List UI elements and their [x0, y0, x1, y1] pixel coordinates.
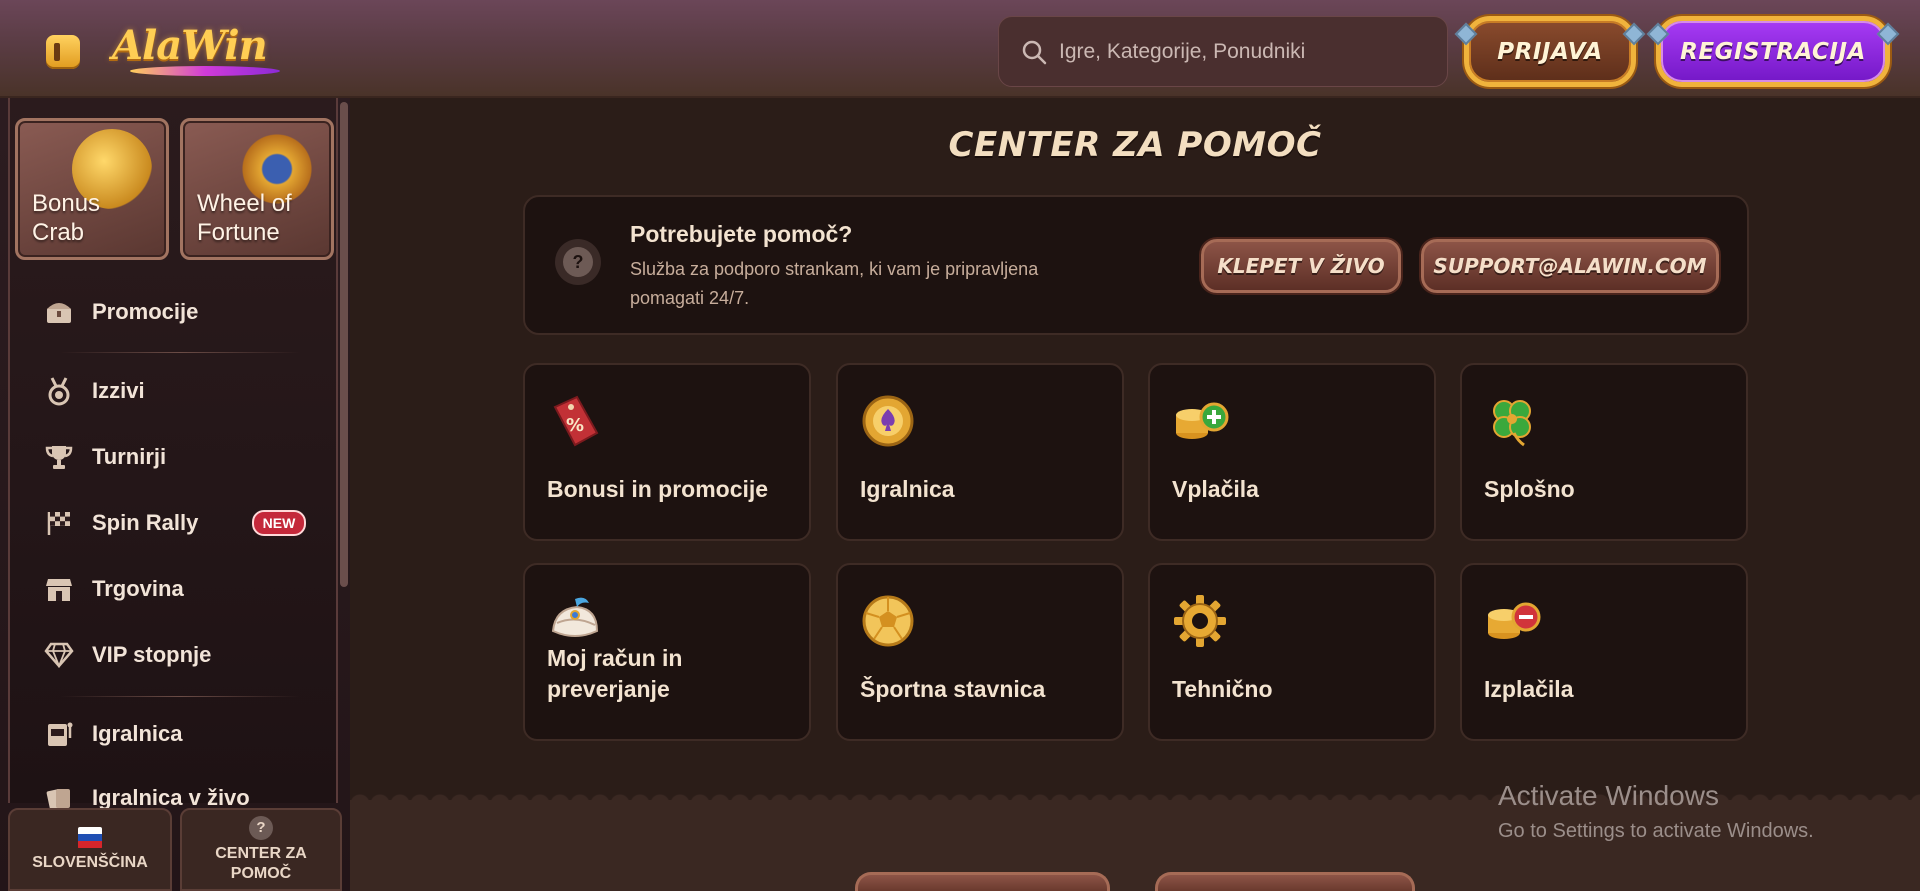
promo-card-label: Bonus Crab [32, 189, 100, 247]
sidebar-item-label: VIP stopnje [92, 642, 212, 667]
register-label: REGISTRACIJA [1680, 38, 1866, 65]
logo[interactable]: AlaWin [110, 14, 290, 84]
sidebar-item-vip-stopnje[interactable]: VIP stopnje [44, 635, 211, 675]
sidebar-item-spin-rally[interactable]: Spin Rally [44, 503, 198, 543]
promo-card-label: Wheel of Fortune [197, 189, 292, 247]
question-icon: ? [249, 815, 273, 840]
clover-icon [1484, 393, 1540, 449]
help-title: Potrebujete pomoč? [630, 221, 853, 247]
language-button[interactable]: SLOVENŠČINA [8, 808, 172, 891]
gear-icon [1172, 593, 1228, 649]
logo-text: AlaWin [112, 22, 268, 69]
support-email-button[interactable]: SUPPORT@ALAWIN.COM [1421, 239, 1719, 293]
promo-card-bonus-crab[interactable]: Bonus Crab [15, 118, 169, 260]
coins-minus-icon [1484, 593, 1541, 649]
category-card-tehnicno[interactable]: Tehnično [1148, 563, 1436, 741]
activate-windows-subtitle: Go to Settings to activate Windows. [1498, 820, 1814, 842]
sidebar-item-label: Promocije [92, 299, 199, 324]
category-label: Športna stavnica [860, 676, 1046, 702]
promo-label-line: Fortune [197, 219, 280, 246]
page-title: CENTER ZA POMOČ [948, 125, 1322, 165]
football-icon [860, 593, 916, 649]
sidebar-item-izzivi[interactable]: Izzivi [44, 371, 145, 411]
bottom-button-partial[interactable] [1155, 872, 1415, 891]
activate-windows-title: Activate Windows [1498, 780, 1719, 811]
promo-label-line: Wheel of [197, 190, 292, 217]
sidebar-item-label: Turnirji [92, 444, 167, 469]
category-label: Splošno [1484, 476, 1575, 502]
sidebar-item-label: Trgovina [92, 576, 184, 601]
help-center-label: CENTER ZA POMOČ [215, 844, 307, 884]
top-header: AlaWin PRIJAVA REGISTRACIJA [0, 0, 1920, 98]
promo-label-line: Bonus [32, 190, 101, 217]
category-card-sportna-stavnica[interactable]: Športna stavnica [836, 563, 1124, 741]
search-bar[interactable] [998, 16, 1448, 87]
live-chat-button[interactable]: KLEPET V ŽIVO [1201, 239, 1401, 293]
live-chat-label: KLEPET V ŽIVO [1217, 254, 1385, 278]
search-input[interactable] [1059, 39, 1419, 64]
footer-band [350, 788, 1920, 891]
help-icon-wrap: ? [555, 239, 601, 285]
bottom-button-partial[interactable] [855, 872, 1110, 891]
shop-icon [44, 574, 74, 604]
sidebar-item-label: Spin Rally [92, 510, 199, 535]
category-label: Vplačila [1172, 476, 1259, 502]
trophy-icon [44, 442, 74, 472]
svg-text:%: % [566, 415, 584, 436]
slot-machine-icon [44, 719, 74, 749]
help-description-line: Služba za podporo strankam, ki vam je pr… [630, 259, 1039, 279]
sidebar-item-promocije[interactable]: Promocije [44, 292, 198, 332]
category-label: Izplačila [1484, 676, 1574, 702]
new-badge: NEW [252, 510, 306, 536]
help-center-label-line: POMOČ [230, 864, 292, 882]
category-label: Igralnica [860, 476, 955, 502]
category-card-vplacila[interactable]: Vplačila [1148, 363, 1436, 541]
category-label: Tehnično [1172, 676, 1273, 702]
sidebar-item-trgovina[interactable]: Trgovina [44, 569, 184, 609]
search-icon [1021, 39, 1047, 65]
sidebar-scrollbar[interactable] [340, 102, 348, 587]
sidebar-item-label: Izzivi [92, 378, 145, 403]
logo-swoosh [130, 66, 280, 76]
sidebar-item-label: Igralnica [92, 721, 183, 746]
sidebar-divider [60, 352, 300, 353]
sidebar-divider [60, 696, 300, 697]
medal-icon [44, 376, 74, 406]
login-button[interactable]: PRIJAVA [1464, 16, 1636, 87]
category-label: Bonusi in promocije [547, 476, 769, 502]
promo-label-line: Crab [32, 219, 85, 246]
help-description-line: pomagati 24/7. [630, 288, 750, 308]
support-email-label: SUPPORT@ALAWIN.COM [1433, 254, 1707, 278]
category-card-bonusi[interactable]: % Bonusi in promocije [523, 363, 811, 541]
language-label: SLOVENŠČINA [32, 853, 148, 871]
coins-plus-icon [1172, 393, 1229, 449]
checkered-flag-icon [44, 508, 74, 538]
percent-tag-icon: % [547, 393, 603, 449]
turban-icon [547, 593, 603, 649]
slovenia-flag-icon [78, 826, 102, 849]
help-center-label-line: CENTER ZA [215, 844, 307, 862]
help-description: Služba za podporo strankam, ki vam je pr… [630, 255, 1100, 313]
category-label-line: preverjanje [547, 676, 670, 702]
promo-card-wheel-of-fortune[interactable]: Wheel of Fortune [180, 118, 334, 260]
diamond-icon [44, 640, 74, 670]
register-button[interactable]: REGISTRACIJA [1656, 16, 1890, 87]
sidebar-toggle-icon[interactable] [46, 35, 80, 69]
sidebar-item-turnirji[interactable]: Turnirji [44, 437, 166, 477]
category-label-line: Moj račun in [547, 645, 683, 671]
help-center-button[interactable]: ? CENTER ZA POMOČ [180, 808, 342, 891]
category-card-moj-racun[interactable]: Moj račun in preverjanje [523, 563, 811, 741]
spade-chip-icon [860, 393, 916, 449]
category-card-izplacila[interactable]: Izplačila [1460, 563, 1748, 741]
treasure-chest-icon [44, 297, 74, 327]
sidebar-item-igralnica[interactable]: Igralnica [44, 714, 182, 754]
question-icon: ? [563, 247, 593, 277]
category-label: Moj račun in preverjanje [547, 643, 797, 705]
login-label: PRIJAVA [1497, 38, 1603, 65]
category-card-igralnica[interactable]: Igralnica [836, 363, 1124, 541]
help-contact-panel: ? Potrebujete pomoč? Služba za podporo s… [523, 195, 1749, 335]
category-card-splosno[interactable]: Splošno [1460, 363, 1748, 541]
